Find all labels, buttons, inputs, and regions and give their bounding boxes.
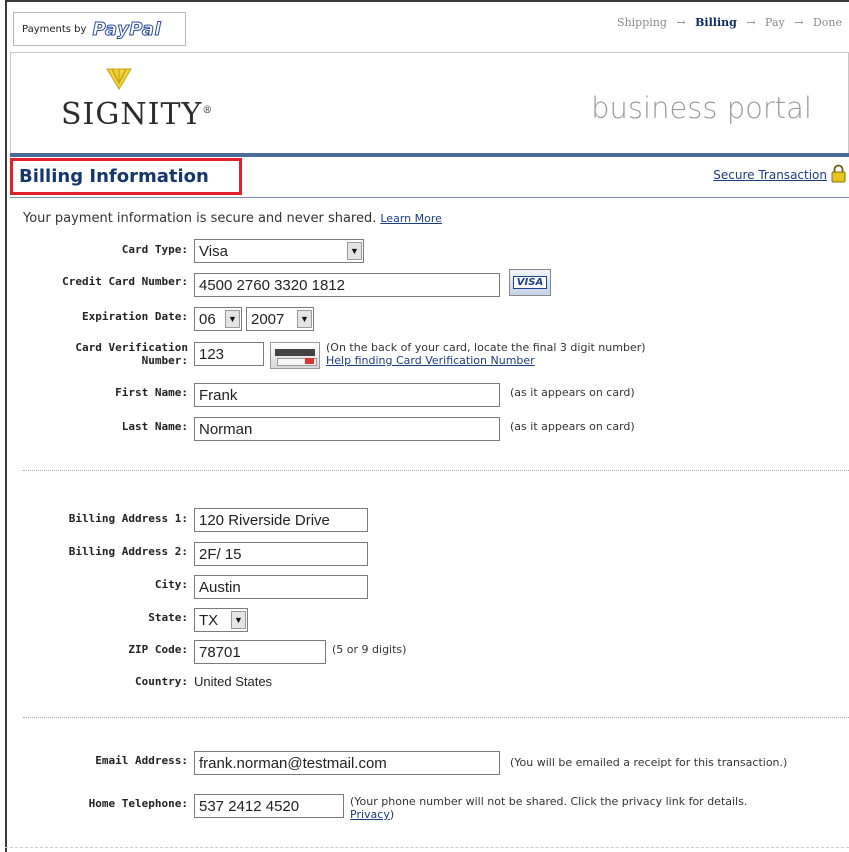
step-arrow-icon: → — [746, 16, 756, 29]
card-number-label: Credit Card Number: — [62, 275, 188, 288]
window-border-left — [5, 0, 7, 852]
signity-logo-mark-icon — [106, 68, 132, 90]
registered-mark: ® — [202, 105, 214, 116]
secure-transaction-link[interactable]: Secure Transaction — [713, 168, 827, 182]
step-done: Done — [812, 16, 842, 29]
telephone-hint-text: (Your phone number will not be shared. C… — [350, 795, 748, 808]
expiration-year-value: 2007 — [251, 311, 285, 328]
last-name-label: Last Name: — [121, 420, 188, 433]
home-telephone-label: Home Telephone: — [88, 797, 188, 810]
title-divider — [10, 197, 849, 198]
expiration-month-value: 06 — [199, 311, 216, 328]
city-label: City: — [154, 578, 188, 591]
business-banner: SIGNITY® business portal — [10, 52, 849, 154]
privacy-link[interactable]: Privacy — [350, 808, 390, 821]
card-back-icon — [270, 342, 320, 369]
country-label: Country: — [135, 675, 188, 688]
signity-logo: SIGNITY® — [61, 97, 213, 132]
zip-code-label: ZIP Code: — [128, 643, 188, 656]
window-border-top — [5, 0, 849, 2]
privacy-closing-paren: ) — [389, 808, 395, 821]
first-name-label: First Name: — [115, 386, 188, 399]
header-divider — [10, 153, 849, 157]
chevron-down-icon[interactable]: ▼ — [231, 611, 246, 629]
step-arrow-icon: → — [676, 16, 686, 29]
country-value: United States — [194, 674, 273, 689]
card-type-select[interactable]: Visa ▼ — [194, 239, 364, 263]
logo-text: SIGNITY — [61, 97, 203, 132]
expiration-label: Expiration Date: — [82, 310, 188, 323]
last-name-hint: (as it appears on card) — [510, 420, 635, 433]
cvn-help-link[interactable]: Help finding Card Verification Number — [326, 354, 535, 367]
chevron-down-icon[interactable]: ▼ — [297, 310, 312, 328]
section-divider — [23, 470, 849, 471]
billing-address-2-input[interactable]: 2F/ 15 — [194, 542, 368, 566]
chevron-down-icon[interactable]: ▼ — [225, 310, 240, 328]
telephone-hint: (Your phone number will not be shared. C… — [350, 795, 747, 821]
step-billing: Billing — [695, 16, 737, 29]
visa-badge-text: VISA — [512, 276, 548, 289]
billing-address-1-input[interactable]: 120 Riverside Drive — [194, 508, 368, 532]
learn-more-link[interactable]: Learn More — [380, 212, 442, 225]
city-input[interactable]: Austin — [194, 575, 368, 599]
visa-card-icon: VISA — [509, 269, 551, 296]
business-portal-title: business portal — [591, 91, 812, 125]
step-arrow-icon: → — [794, 16, 804, 29]
paypal-logo: PayPal — [92, 18, 162, 40]
lock-icon — [831, 164, 846, 183]
billing-title-highlight: Billing Information — [10, 158, 242, 195]
expiration-year-select[interactable]: 2007 ▼ — [246, 307, 314, 331]
page-title: Billing Information — [19, 166, 209, 187]
zip-code-hint: (5 or 9 digits) — [332, 643, 407, 656]
paypal-badge: Payments by PayPal — [13, 12, 186, 46]
card-number-input[interactable]: 4500 2760 3320 1812 — [194, 273, 500, 297]
cvn-label-line-2: Number: — [141, 354, 188, 367]
zip-code-input[interactable]: 78701 — [194, 640, 326, 664]
last-name-input[interactable]: Norman — [194, 417, 500, 441]
billing-address-1-label: Billing Address 1: — [68, 512, 188, 525]
page-bottom-divider — [5, 847, 849, 849]
step-shipping: Shipping — [617, 16, 667, 29]
email-hint: (You will be emailed a receipt for this … — [510, 756, 788, 769]
section-divider — [23, 717, 849, 718]
first-name-input[interactable]: Frank — [194, 383, 500, 407]
state-label: State: — [148, 611, 188, 624]
cvn-label: Card Verification Number: — [23, 341, 188, 367]
card-type-label: Card Type: — [121, 243, 188, 256]
cvn-hint-text: (On the back of your card, locate the fi… — [326, 341, 646, 354]
cvn-label-line-1: Card Verification — [75, 341, 188, 354]
home-telephone-input[interactable]: 537 2412 4520 — [194, 794, 344, 818]
card-type-value: Visa — [199, 243, 228, 260]
payments-by-text: Payments by — [22, 23, 87, 35]
email-label: Email Address: — [95, 754, 188, 767]
state-value: TX — [199, 612, 219, 629]
cvn-hint: (On the back of your card, locate the fi… — [326, 341, 646, 367]
state-select[interactable]: TX ▼ — [194, 608, 248, 632]
billing-address-2-label: Billing Address 2: — [68, 545, 188, 558]
first-name-hint: (as it appears on card) — [510, 386, 635, 399]
expiration-month-select[interactable]: 06 ▼ — [194, 307, 242, 331]
email-input[interactable]: frank.norman@testmail.com — [194, 751, 500, 775]
checkout-steps: Shipping → Billing → Pay → Done — [614, 16, 845, 29]
cvn-input[interactable]: 123 — [194, 342, 264, 366]
chevron-down-icon[interactable]: ▼ — [347, 242, 362, 260]
security-notice: Your payment information is secure and n… — [23, 211, 442, 226]
step-pay: Pay — [765, 16, 785, 29]
security-notice-text: Your payment information is secure and n… — [23, 211, 377, 226]
